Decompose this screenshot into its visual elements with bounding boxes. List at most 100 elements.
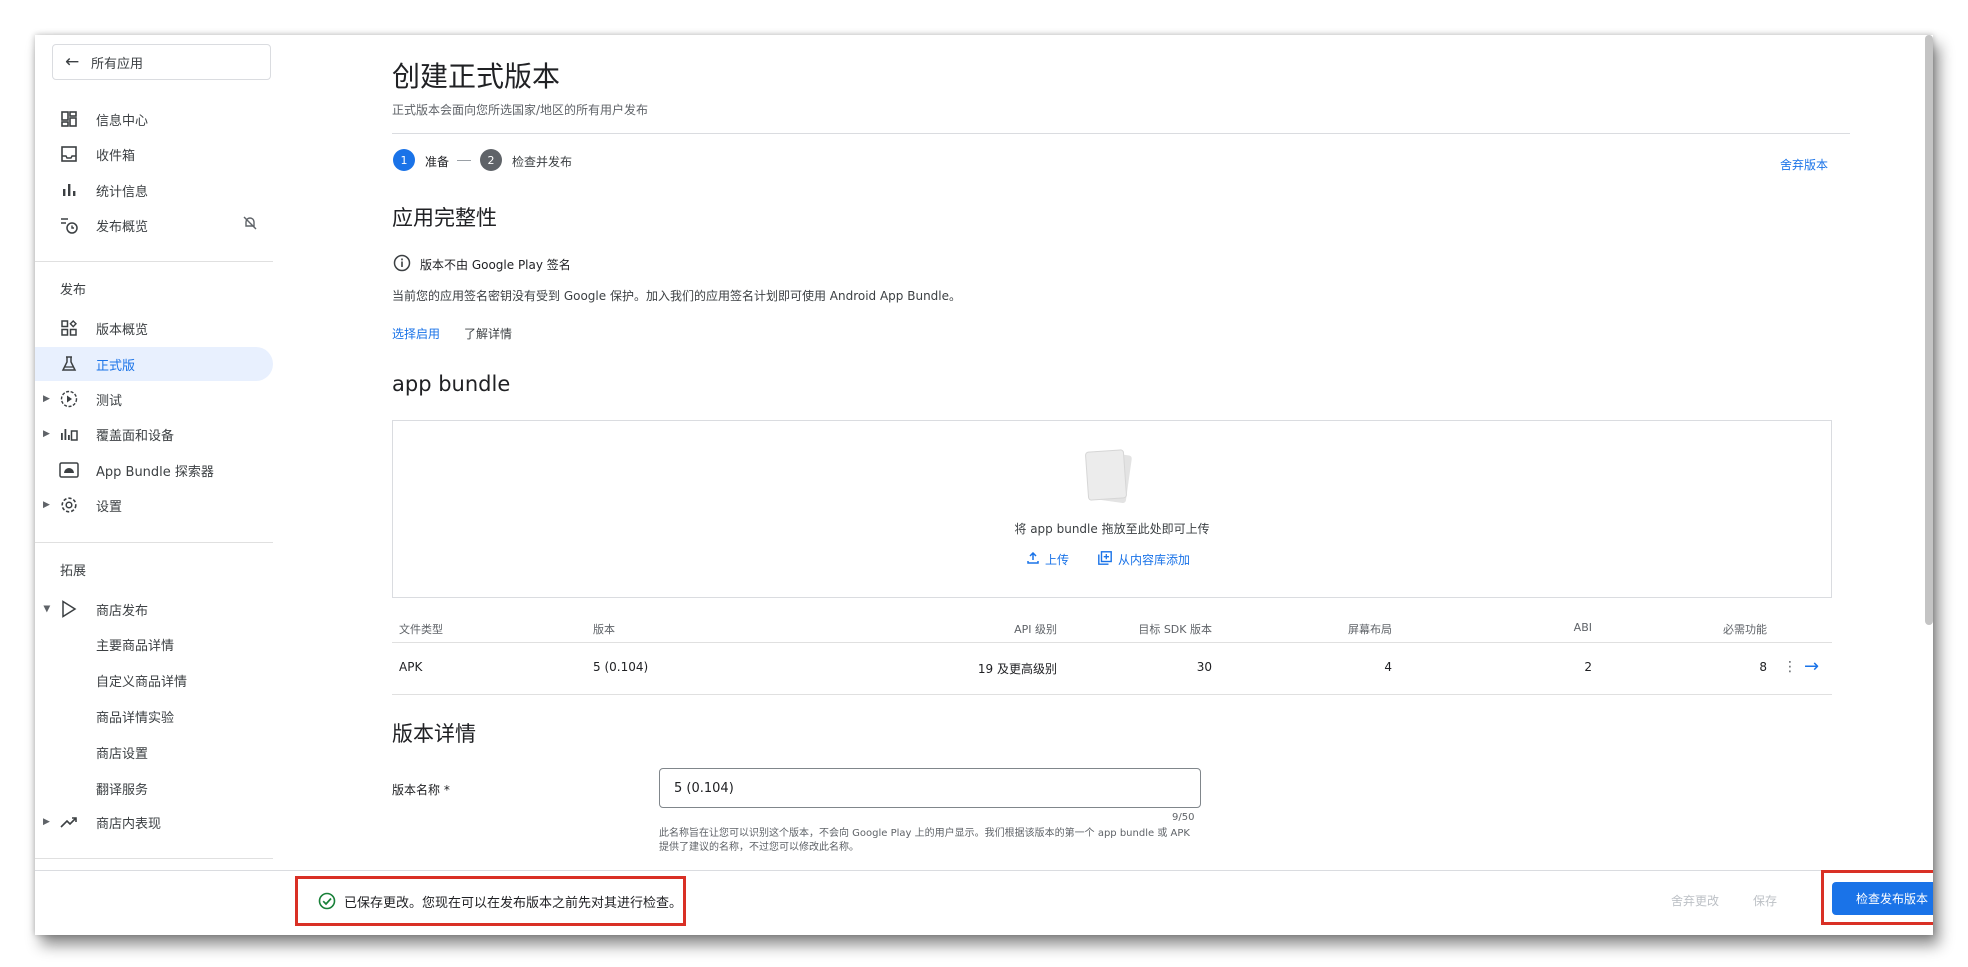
more-vert-icon[interactable]: ⋮ bbox=[1783, 659, 1797, 675]
bar-chart-icon bbox=[59, 180, 79, 200]
column-header-api-level: API 级别 bbox=[1014, 623, 1057, 636]
add-from-library-button[interactable]: 从内容库添加 bbox=[1098, 551, 1190, 568]
info-icon bbox=[393, 254, 411, 276]
upload-label: 上传 bbox=[1045, 553, 1070, 567]
file-stack-icon bbox=[1079, 445, 1137, 511]
table-divider bbox=[392, 694, 1832, 695]
bundle-drop-zone[interactable]: 将 app bundle 拖放至此处即可上传 上传 从内容库添加 bbox=[392, 420, 1832, 598]
sidebar-item-dashboard[interactable]: 信息中心 bbox=[35, 102, 273, 136]
expand-caret-icon[interactable]: ▶ bbox=[43, 429, 50, 439]
sidebar: ← 所有应用 信息中心 收件箱 统计信息 发布概览 发布 版本概览 正式版 ▶ … bbox=[35, 35, 275, 870]
section-title-publish: 发布 bbox=[60, 283, 87, 298]
column-header-file-type: 文件类型 bbox=[399, 623, 443, 636]
sidebar-item-store-presence[interactable]: ▶ 商店发布 bbox=[35, 592, 273, 626]
review-release-highlight: 检查发布版本 bbox=[1821, 870, 1933, 925]
upload-button[interactable]: 上传 bbox=[1027, 551, 1069, 568]
integrity-heading: 应用完整性 bbox=[392, 206, 497, 230]
step-1-circle: 1 bbox=[393, 149, 415, 171]
cell-target-sdk: 30 bbox=[1196, 660, 1212, 674]
column-header-target-sdk: 目标 SDK 版本 bbox=[1138, 623, 1212, 636]
discard-changes-button[interactable]: 舍弃更改 bbox=[1671, 892, 1719, 909]
sidebar-subitem-store-settings[interactable]: 商店设置 bbox=[96, 743, 148, 762]
saved-status-text: 已保存更改。您现在可以在发布版本之前先对其进行检查。 bbox=[344, 895, 683, 911]
sidebar-divider bbox=[35, 542, 273, 543]
dashboard-icon bbox=[59, 109, 79, 129]
expand-caret-icon[interactable]: ▶ bbox=[43, 394, 50, 404]
step-2-circle: 2 bbox=[480, 149, 502, 171]
arrow-back-icon: ← bbox=[65, 52, 80, 72]
sidebar-subitem-main-listing[interactable]: 主要商品详情 bbox=[96, 635, 174, 654]
cell-abi: 2 bbox=[1584, 660, 1592, 674]
column-header-abi: ABI bbox=[1573, 621, 1592, 634]
review-release-button[interactable]: 检查发布版本 bbox=[1832, 882, 1933, 915]
saved-status-message: 已保存更改。您现在可以在发布版本之前先对其进行检查。 bbox=[295, 876, 686, 926]
sidebar-item-release-overview[interactable]: 版本概览 bbox=[35, 311, 273, 345]
library-add-icon bbox=[1098, 551, 1112, 568]
learn-more-link[interactable]: 了解详情 bbox=[464, 325, 512, 342]
step-connector bbox=[457, 160, 471, 161]
column-header-version: 版本 bbox=[593, 623, 615, 636]
sidebar-item-label: 设置 bbox=[96, 499, 123, 515]
enable-signing-link[interactable]: 选择启用 bbox=[392, 325, 440, 342]
sidebar-item-statistics[interactable]: 统计信息 bbox=[35, 173, 273, 207]
sidebar-item-label: App Bundle 探索器 bbox=[96, 464, 214, 480]
check-circle-icon bbox=[318, 892, 336, 910]
notifications-off-icon[interactable] bbox=[243, 216, 257, 234]
sidebar-item-label: 发布概览 bbox=[96, 219, 149, 235]
release-name-field[interactable]: 5 (0.104) bbox=[659, 768, 1201, 808]
sidebar-item-label: 收件箱 bbox=[96, 148, 136, 164]
sidebar-item-publishing-overview[interactable]: 发布概览 bbox=[35, 208, 273, 242]
step-1-label: 准备 bbox=[425, 155, 450, 169]
reach-devices-icon bbox=[59, 424, 79, 444]
save-button[interactable]: 保存 bbox=[1753, 892, 1777, 909]
section-title-grow: 拓展 bbox=[60, 564, 87, 579]
drop-instructions: 将 app bundle 拖放至此处即可上传 bbox=[1014, 522, 1210, 536]
sidebar-item-inbox[interactable]: 收件箱 bbox=[35, 137, 273, 171]
sidebar-item-label: 覆盖面和设备 bbox=[96, 428, 175, 444]
release-name-label: 版本名称 * bbox=[392, 783, 450, 797]
sidebar-item-label: 商店内表现 bbox=[96, 816, 162, 832]
collapse-caret-icon[interactable]: ▶ bbox=[41, 606, 51, 613]
sidebar-subitem-custom-listing[interactable]: 自定义商品详情 bbox=[96, 671, 187, 690]
sidebar-item-store-performance[interactable]: ▶ 商店内表现 bbox=[35, 805, 273, 839]
sidebar-item-reach-devices[interactable]: ▶ 覆盖面和设备 bbox=[35, 417, 273, 451]
cell-version: 5 (0.104) bbox=[593, 660, 649, 674]
sidebar-item-testing[interactable]: ▶ 测试 bbox=[35, 382, 273, 416]
discard-release-link[interactable]: 舍弃版本 bbox=[1780, 156, 1828, 173]
sidebar-item-bundle-explorer[interactable]: App Bundle 探索器 bbox=[35, 453, 273, 487]
sidebar-subitem-translation[interactable]: 翻译服务 bbox=[96, 779, 148, 798]
sidebar-item-label: 信息中心 bbox=[96, 113, 149, 129]
column-header-screen-layouts: 屏幕布局 bbox=[1348, 623, 1392, 636]
publish-overview-icon bbox=[59, 215, 79, 235]
settings-icon bbox=[59, 495, 79, 515]
production-icon bbox=[59, 354, 79, 374]
expand-caret-icon[interactable]: ▶ bbox=[43, 817, 50, 827]
trending-up-icon bbox=[59, 812, 79, 832]
arrow-forward-icon[interactable]: → bbox=[1804, 656, 1819, 677]
all-apps-button[interactable]: ← 所有应用 bbox=[52, 44, 271, 80]
page-subtitle: 正式版本会面向您所选国家/地区的所有用户发布 bbox=[392, 103, 649, 117]
sidebar-item-label: 统计信息 bbox=[96, 184, 149, 200]
page-title: 创建正式版本 bbox=[392, 60, 561, 93]
app-window: ← 所有应用 信息中心 收件箱 统计信息 发布概览 发布 版本概览 正式版 ▶ … bbox=[35, 35, 1933, 935]
sidebar-item-label: 正式版 bbox=[96, 358, 136, 374]
sidebar-divider bbox=[35, 261, 273, 262]
character-counter: 9/50 bbox=[1172, 812, 1195, 823]
integrity-notice: 版本不由 Google Play 签名 bbox=[420, 258, 571, 272]
sidebar-item-production[interactable]: 正式版 bbox=[35, 347, 273, 381]
table-divider bbox=[392, 642, 1832, 643]
release-name-helper: 此名称旨在让您可以识别这个版本，不会向 Google Play 上的用户显示。我… bbox=[659, 828, 1190, 853]
sidebar-subitem-listing-experiments[interactable]: 商品详情实验 bbox=[96, 707, 174, 726]
sidebar-item-settings[interactable]: ▶ 设置 bbox=[35, 488, 273, 522]
cell-file-type: APK bbox=[399, 660, 423, 674]
library-add-label: 从内容库添加 bbox=[1118, 553, 1191, 567]
bundle-heading: app bundle bbox=[392, 372, 511, 396]
vertical-scrollbar[interactable] bbox=[1925, 35, 1933, 625]
expand-caret-icon[interactable]: ▶ bbox=[43, 500, 50, 510]
cell-screen-layouts: 4 bbox=[1384, 660, 1392, 674]
column-header-required-features: 必需功能 bbox=[1723, 623, 1767, 636]
header-divider bbox=[392, 133, 1850, 134]
cell-required-features: 8 bbox=[1759, 660, 1767, 674]
sidebar-divider bbox=[35, 858, 273, 859]
sidebar-item-label: 版本概览 bbox=[96, 322, 149, 338]
